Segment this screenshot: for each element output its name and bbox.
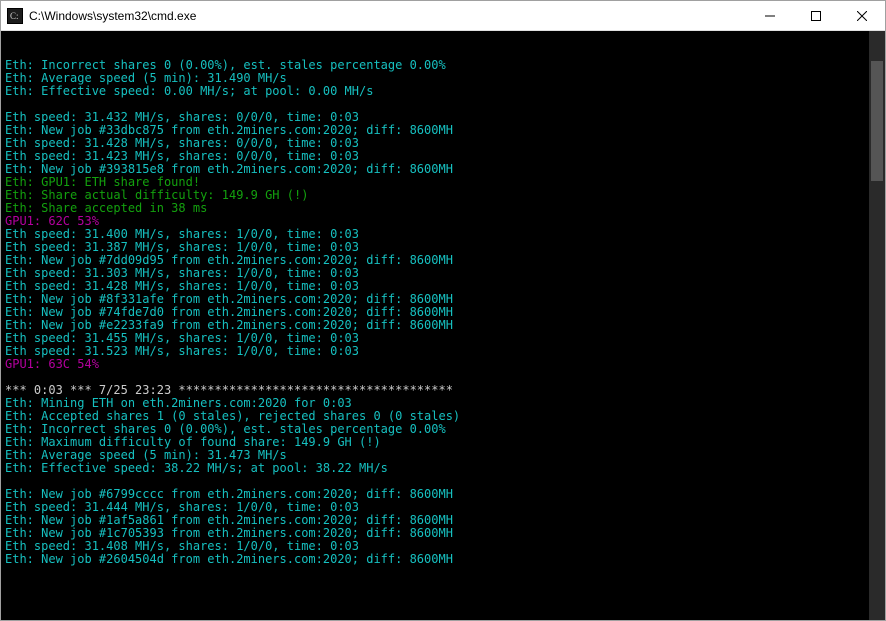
maximize-button[interactable]: [793, 1, 839, 31]
svg-text:C:: C:: [10, 11, 19, 21]
terminal-line: Eth: Effective speed: 0.00 MH/s; at pool…: [5, 85, 881, 98]
window-title: C:\Windows\system32\cmd.exe: [29, 9, 196, 23]
scrollbar-thumb[interactable]: [871, 61, 883, 181]
terminal-line: Eth: Effective speed: 38.22 MH/s; at poo…: [5, 462, 881, 475]
close-button[interactable]: [839, 1, 885, 31]
terminal-line: Eth: Share accepted in 38 ms: [5, 202, 881, 215]
scrollbar[interactable]: [869, 31, 885, 620]
terminal-line: Eth speed: 31.523 MH/s, shares: 1/0/0, t…: [5, 345, 881, 358]
terminal-output[interactable]: Eth: Incorrect shares 0 (0.00%), est. st…: [1, 31, 885, 620]
titlebar[interactable]: C: C:\Windows\system32\cmd.exe: [1, 1, 885, 31]
cmd-icon: C:: [7, 8, 23, 24]
terminal-line: GPU1: 63C 54%: [5, 358, 881, 371]
minimize-button[interactable]: [747, 1, 793, 31]
cmd-window: C: C:\Windows\system32\cmd.exe Eth: Inco…: [0, 0, 886, 621]
terminal-line: Eth: New job #2604504d from eth.2miners.…: [5, 553, 881, 566]
